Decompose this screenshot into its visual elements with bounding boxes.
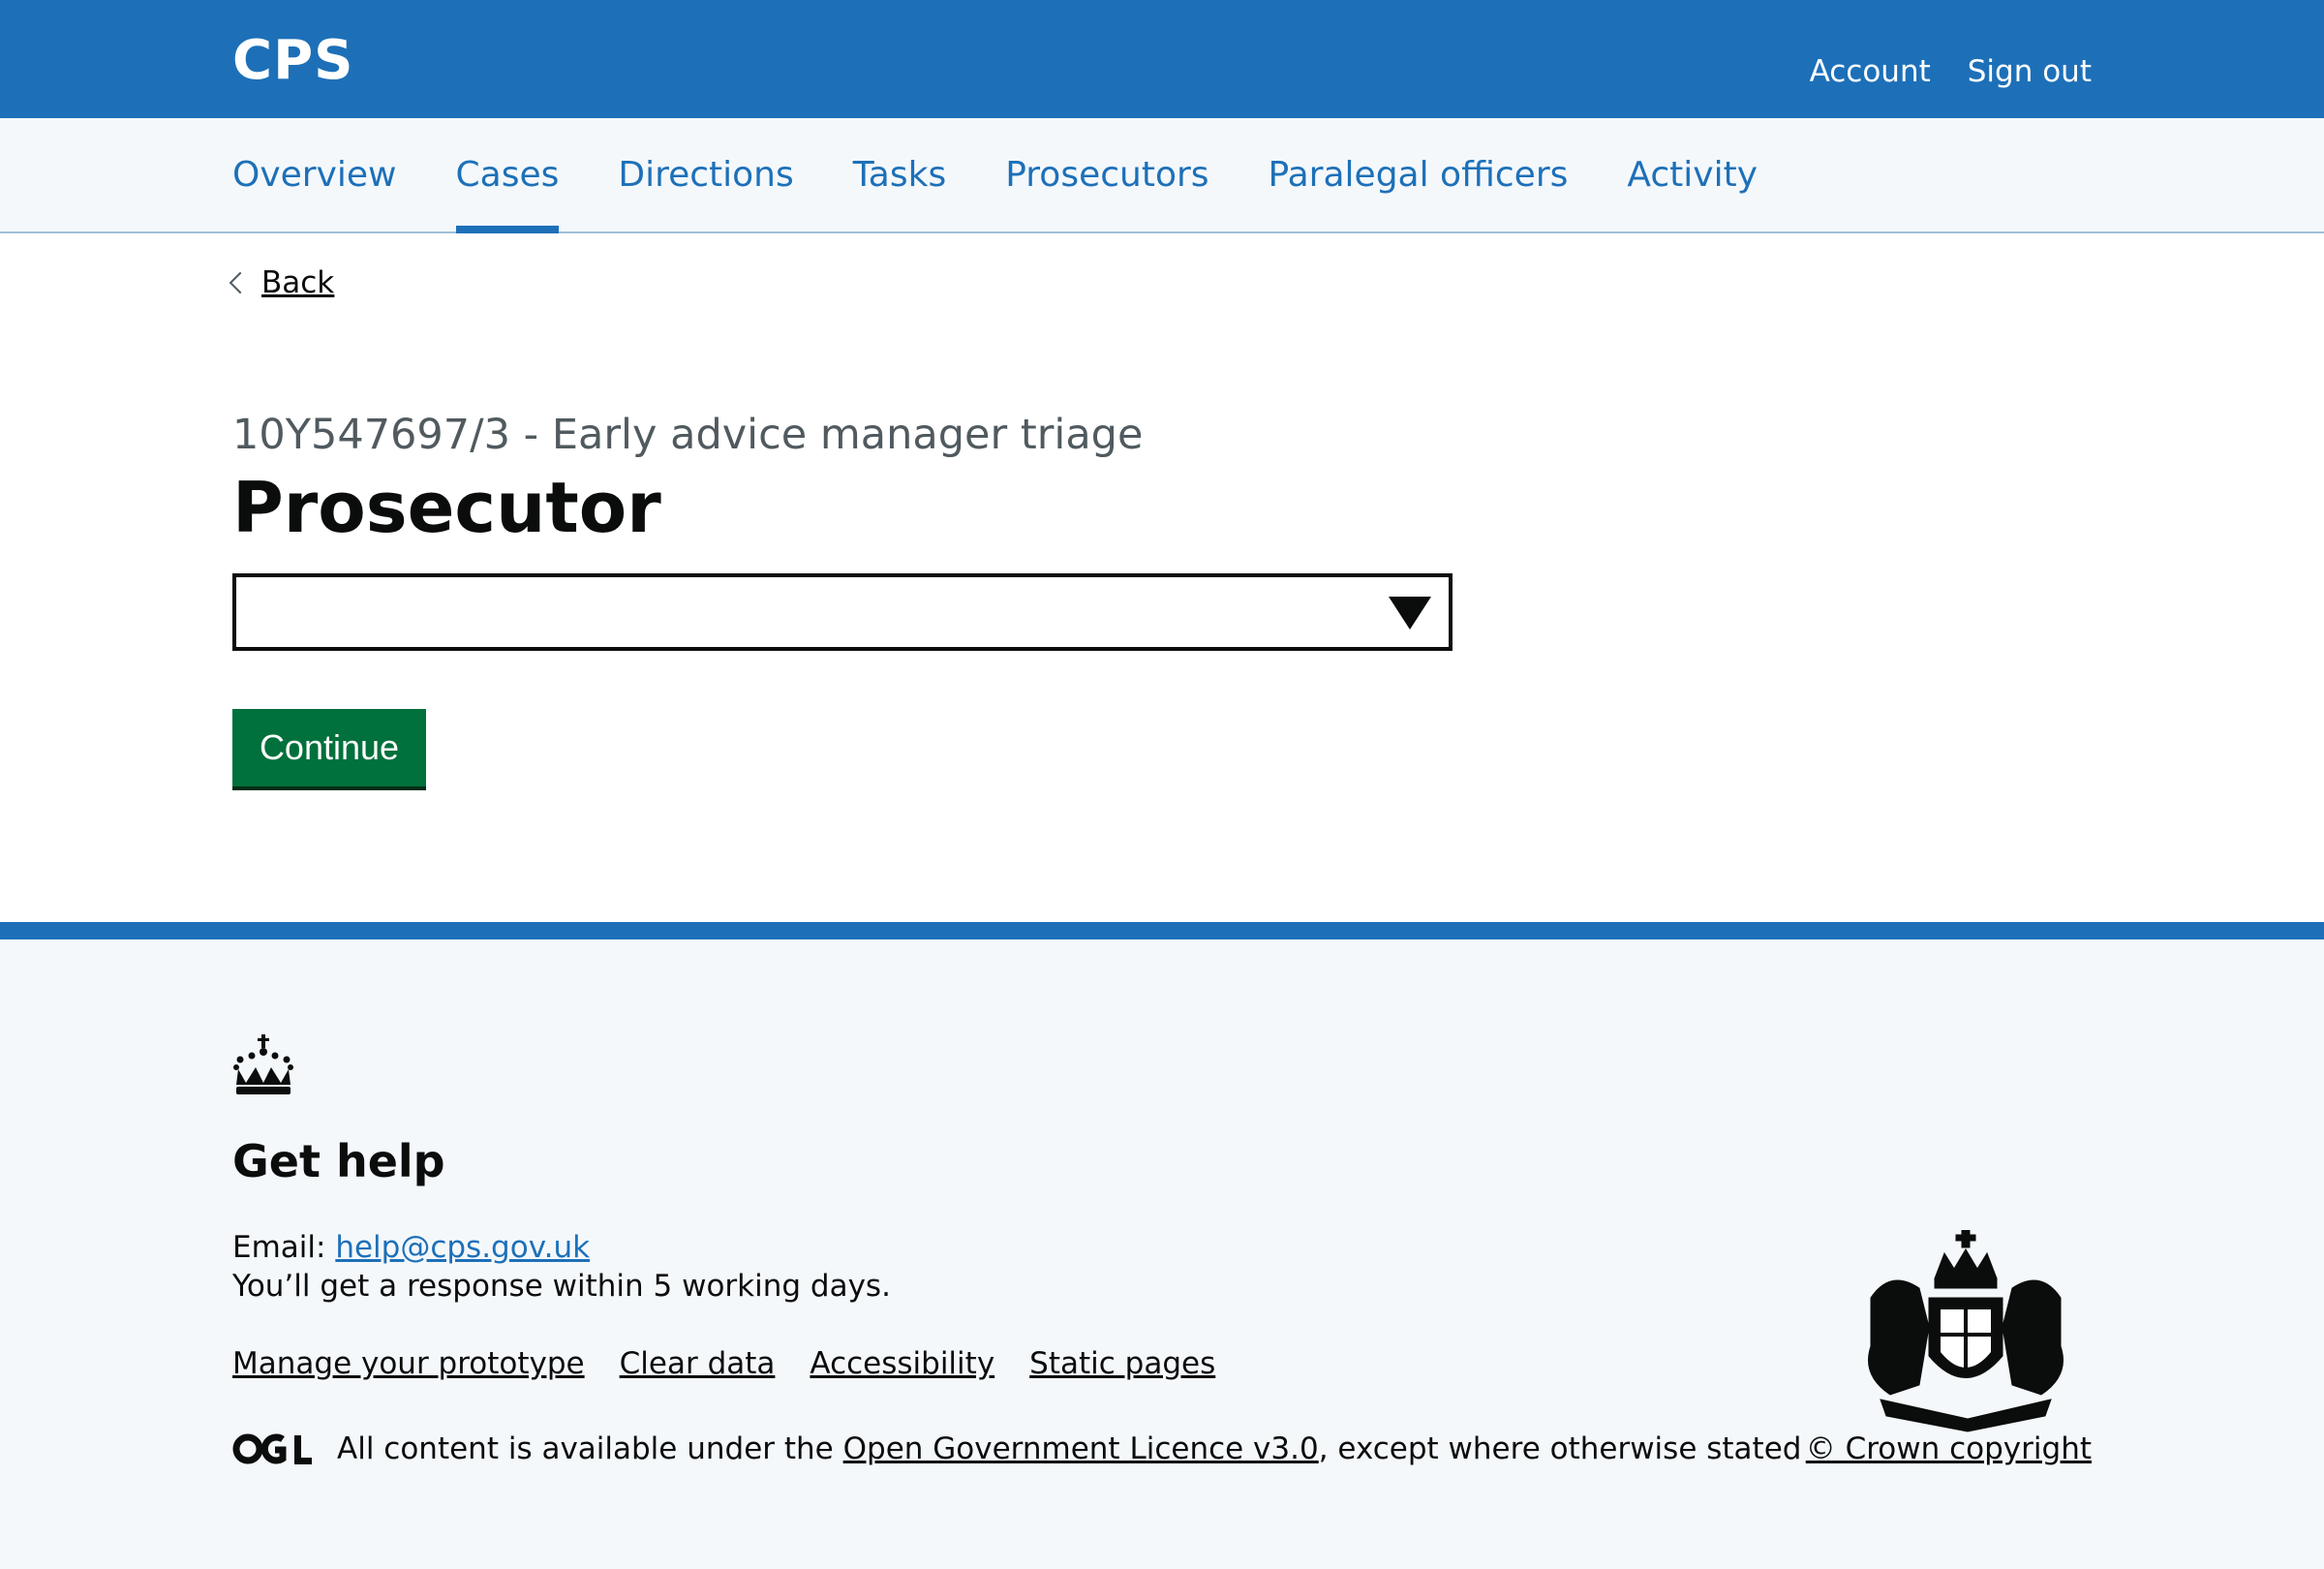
nav-item-paralegal-officers[interactable]: Paralegal officers	[1269, 118, 1569, 231]
footer-links: Manage your prototype Clear data Accessi…	[232, 1346, 1215, 1381]
response-time-text: You’ll get a response within 5 working d…	[232, 1269, 891, 1304]
account-nav: Account Sign out	[1810, 54, 2092, 89]
crown-copyright-link[interactable]: © Crown copyright	[1806, 1431, 2092, 1466]
licence-row: All content is available under the Open …	[232, 1431, 1801, 1466]
email-label: Email:	[232, 1230, 326, 1265]
account-link[interactable]: Account	[1810, 54, 1931, 89]
site-footer: Get help Email: help@cps.gov.uk You’ll g…	[0, 922, 2324, 1569]
crown-icon	[233, 1034, 293, 1094]
nav-item-directions[interactable]: Directions	[618, 118, 793, 231]
static-pages-link[interactable]: Static pages	[1029, 1346, 1215, 1381]
email-link[interactable]: help@cps.gov.uk	[335, 1230, 590, 1265]
prosecutor-select[interactable]	[232, 573, 1452, 651]
back-link[interactable]: Back	[229, 265, 335, 300]
licence-text: All content is available under the Open …	[337, 1431, 1801, 1466]
royal-coat-of-arms-icon	[1868, 1230, 2064, 1432]
site-header: CPS Account Sign out	[0, 0, 2324, 118]
nav-item-cases[interactable]: Cases	[455, 118, 560, 233]
page-title: Prosecutor	[232, 467, 661, 548]
nav-link[interactable]: Cases	[456, 155, 560, 195]
primary-nav: Overview Cases Directions Tasks Prosecut…	[0, 118, 2324, 233]
email-line: Email: help@cps.gov.uk	[232, 1230, 590, 1265]
get-help-heading: Get help	[232, 1135, 445, 1187]
licence-suffix: , except where otherwise stated	[1318, 1431, 1802, 1466]
nav-link[interactable]: Tasks	[853, 155, 946, 195]
back-link-label: Back	[261, 265, 335, 300]
nav-item-prosecutors[interactable]: Prosecutors	[1005, 118, 1208, 231]
nav-item-tasks[interactable]: Tasks	[853, 118, 946, 231]
nav-link[interactable]: Directions	[618, 155, 793, 195]
nav-link[interactable]: Overview	[232, 155, 397, 195]
nav-link[interactable]: Activity	[1627, 155, 1758, 195]
accessibility-link[interactable]: Accessibility	[810, 1346, 994, 1381]
sign-out-link[interactable]: Sign out	[1968, 54, 2092, 89]
nav-item-activity[interactable]: Activity	[1627, 118, 1758, 231]
nav-item-overview[interactable]: Overview	[232, 118, 397, 231]
ogl-licence-link[interactable]: Open Government Licence v3.0	[843, 1431, 1319, 1466]
nav-link[interactable]: Paralegal officers	[1269, 155, 1569, 195]
clear-data-link[interactable]: Clear data	[620, 1346, 776, 1381]
nav-link[interactable]: Prosecutors	[1005, 155, 1208, 195]
manage-prototype-link[interactable]: Manage your prototype	[232, 1346, 585, 1381]
dropdown-arrow-icon	[1389, 597, 1431, 630]
page-caption: 10Y547697/3 - Early advice manager triag…	[232, 411, 1144, 459]
chevron-left-icon	[229, 271, 252, 294]
ogl-logo-icon	[232, 1433, 312, 1464]
brand-logo[interactable]: CPS	[232, 29, 353, 92]
continue-button[interactable]: Continue	[232, 709, 426, 786]
licence-prefix: All content is available under the	[337, 1431, 834, 1466]
